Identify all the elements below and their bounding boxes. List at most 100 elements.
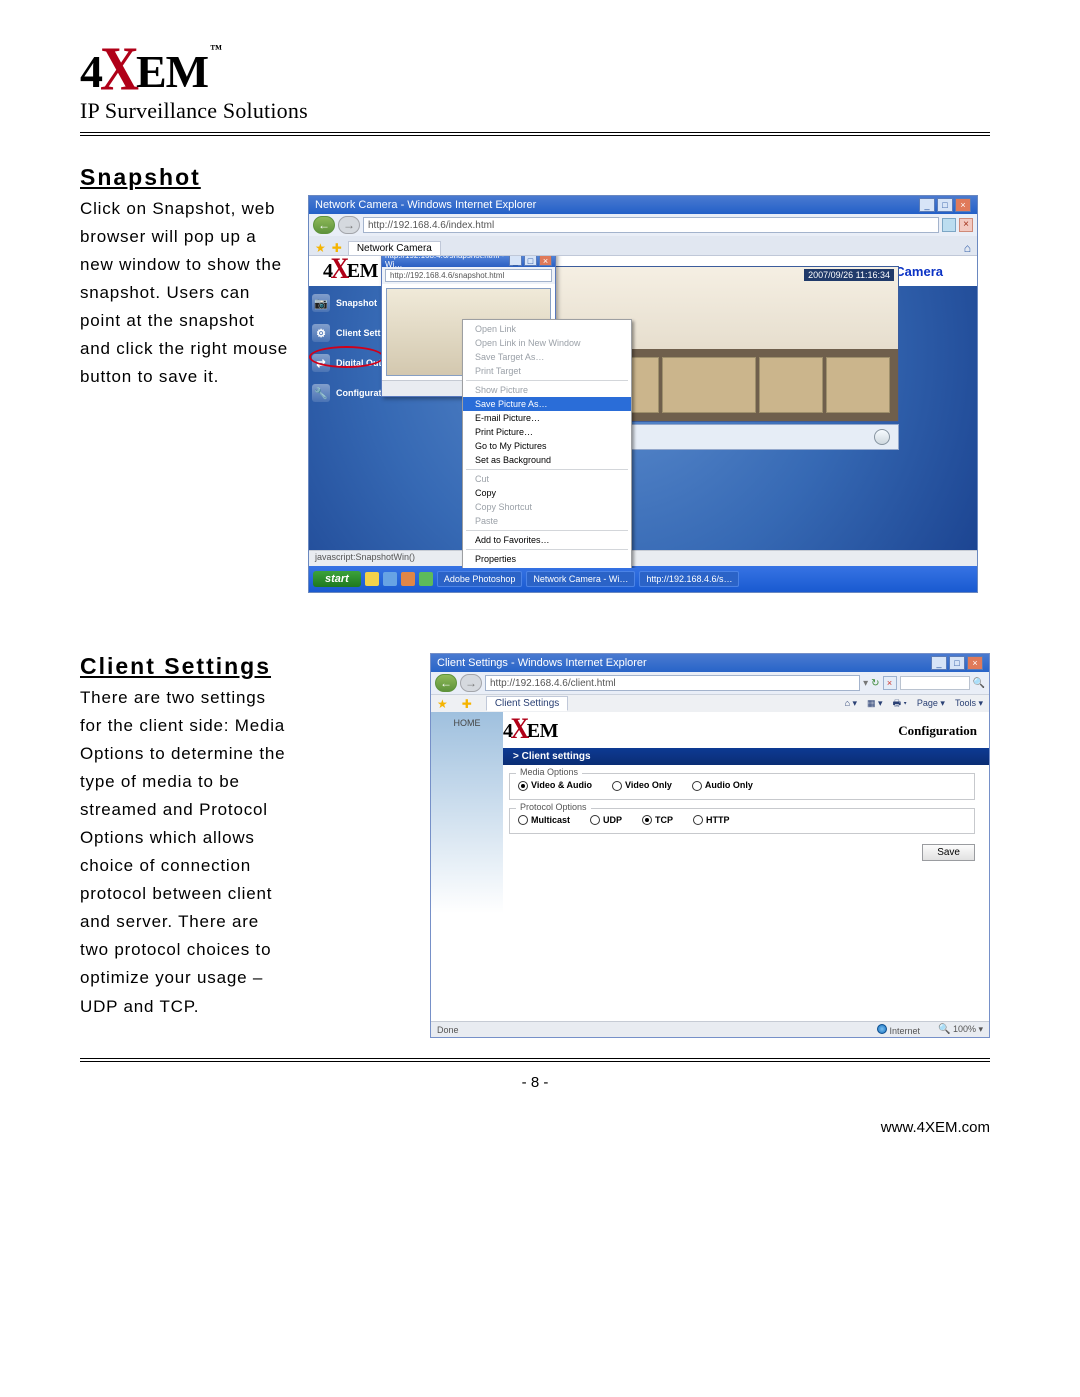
page-menu-label: Page [917, 698, 938, 708]
snapshot-ie-window: Network Camera - Windows Internet Explor… [308, 195, 978, 593]
quicklaunch-icon[interactable] [401, 572, 415, 586]
radio-label: Video & Audio [531, 780, 592, 790]
stop-button[interactable]: × [959, 218, 973, 232]
radio-icon [590, 815, 600, 825]
radio-option[interactable]: UDP [590, 815, 622, 826]
ctx-item: Cut [463, 472, 631, 486]
ie2-window-controls: _ □ × [931, 656, 983, 670]
maximize-button[interactable]: □ [949, 656, 965, 670]
ie2-titlebar: Client Settings - Windows Internet Explo… [431, 654, 989, 672]
task-item[interactable]: http://192.168.4.6/s… [639, 571, 739, 587]
task-item[interactable]: Adobe Photoshop [437, 571, 523, 587]
tools-menu[interactable]: Tools ▾ [955, 698, 983, 709]
tab-active[interactable]: Network Camera [348, 241, 441, 255]
ctx-separator [466, 530, 628, 531]
radio-icon [692, 781, 702, 791]
radio-label: Video Only [625, 780, 672, 790]
ie2-status-bar: Done Internet 🔍 100% ▾ [431, 1021, 989, 1037]
home-link[interactable]: HOME [431, 718, 503, 728]
refresh-button[interactable] [942, 218, 956, 232]
status-done: Done [437, 1025, 459, 1035]
red-highlight [309, 346, 384, 368]
ctx-item: Save Target As… [463, 350, 631, 364]
ie2-title-text: Client Settings - Windows Internet Explo… [437, 657, 647, 669]
snapshot-heading: Snapshot [80, 164, 990, 191]
ie2-tab[interactable]: Client Settings [486, 696, 568, 711]
popup-min-button[interactable]: _ [509, 256, 522, 266]
radio-option[interactable]: Video Only [612, 780, 672, 791]
ctx-item[interactable]: Copy [463, 486, 631, 500]
radio-option[interactable]: TCP [642, 815, 673, 826]
back-button[interactable]: ← [313, 216, 335, 234]
stop-button[interactable]: × [883, 676, 897, 690]
task-label: Adobe Photoshop [444, 574, 516, 584]
radio-option[interactable]: Video & Audio [518, 780, 592, 791]
ctx-item[interactable]: Add to Favorites… [463, 533, 631, 547]
ctx-item[interactable]: Set as Background [463, 453, 631, 467]
client-settings-heading: Client Settings [80, 653, 290, 680]
search-input[interactable] [900, 676, 970, 690]
search-icon[interactable]: 🔍 [973, 678, 985, 689]
maximize-button[interactable]: □ [937, 198, 953, 212]
print-icon[interactable]: 🖶 ▾ [893, 696, 907, 712]
close-button[interactable]: × [955, 198, 971, 212]
minimize-button[interactable]: _ [931, 656, 947, 670]
quicklaunch-icon[interactable] [419, 572, 433, 586]
ctx-item[interactable]: Properties [463, 552, 631, 566]
ctx-item[interactable]: Go to My Pictures [463, 439, 631, 453]
radio-label: UDP [603, 815, 622, 825]
quicklaunch-icon[interactable] [365, 572, 379, 586]
favorites-icon[interactable]: ★ [437, 697, 448, 711]
start-button[interactable]: start [313, 571, 361, 587]
forward-button[interactable]: → [338, 216, 360, 234]
popup-close-button[interactable]: × [539, 256, 552, 266]
section-snapshot: Snapshot Click on Snapshot, web browser … [80, 164, 990, 593]
forward-button[interactable]: → [460, 674, 482, 692]
radio-label: HTTP [706, 815, 730, 825]
ctx-separator [466, 549, 628, 550]
popup-address-input[interactable]: http://192.168.4.6/snapshot.html [385, 269, 552, 282]
quicklaunch-icon[interactable] [383, 572, 397, 586]
go-icon[interactable]: ↻ [871, 678, 879, 689]
add-favorite-icon[interactable]: ✚ [332, 241, 342, 255]
radio-icon [518, 815, 528, 825]
ie2-address-bar[interactable]: http://192.168.4.6/client.html [485, 675, 860, 691]
home-icon[interactable]: ⌂ ▾ [845, 698, 857, 709]
save-button[interactable]: Save [922, 844, 975, 861]
brand-x: X [331, 256, 349, 286]
popup-snapshot-image[interactable]: Open LinkOpen Link in New WindowSave Tar… [386, 288, 551, 376]
ie-title-text: Network Camera - Windows Internet Explor… [315, 199, 536, 211]
radio-option[interactable]: HTTP [693, 815, 730, 826]
minimize-button[interactable]: _ [919, 198, 935, 212]
magnify-icon: 🔍 [938, 1024, 950, 1035]
feeds-icon[interactable]: ▦ ▾ [867, 698, 883, 709]
close-button[interactable]: × [967, 656, 983, 670]
radio-option[interactable]: Multicast [518, 815, 570, 826]
address-bar[interactable]: http://192.168.4.6/index.html [363, 217, 939, 233]
protocol-radio-row: Multicast UDP TCP HTTP [518, 815, 966, 826]
status-zoom: 100% [953, 1024, 976, 1034]
footer-url: www.4XEM.com [80, 1119, 990, 1136]
favorites-icon[interactable]: ★ [315, 241, 326, 255]
radio-option[interactable]: Audio Only [692, 780, 753, 791]
add-favorite-icon[interactable]: ✚ [462, 697, 472, 711]
tab-label: Network Camera [357, 243, 432, 254]
ctx-item[interactable]: Print Picture… [463, 425, 631, 439]
context-menu: Open LinkOpen Link in New WindowSave Tar… [462, 319, 632, 568]
logo-block: 4 X EM ™ IP Surveillance Solutions [80, 40, 990, 124]
home-icon[interactable]: ⌂ [964, 241, 971, 255]
start-label: start [325, 573, 349, 585]
task-item[interactable]: Network Camera - Wi… [526, 571, 635, 587]
radio-icon [642, 815, 652, 825]
popup-max-button[interactable]: □ [524, 256, 537, 266]
snapshot-popup: http://192.168.4.6/snapshot.html - Wi… _… [381, 256, 556, 397]
ctx-item[interactable]: E-mail Picture… [463, 411, 631, 425]
ctx-item[interactable]: Save Picture As… [463, 397, 631, 411]
ctrl-audio[interactable] [874, 429, 890, 445]
back-button[interactable]: ← [435, 674, 457, 692]
page-menu[interactable]: Page ▾ [917, 698, 945, 709]
popup-address-text: http://192.168.4.6/snapshot.html [390, 271, 504, 280]
globe-icon [877, 1024, 887, 1034]
media-legend: Media Options [516, 767, 582, 777]
ctx-item: Open Link in New Window [463, 336, 631, 350]
